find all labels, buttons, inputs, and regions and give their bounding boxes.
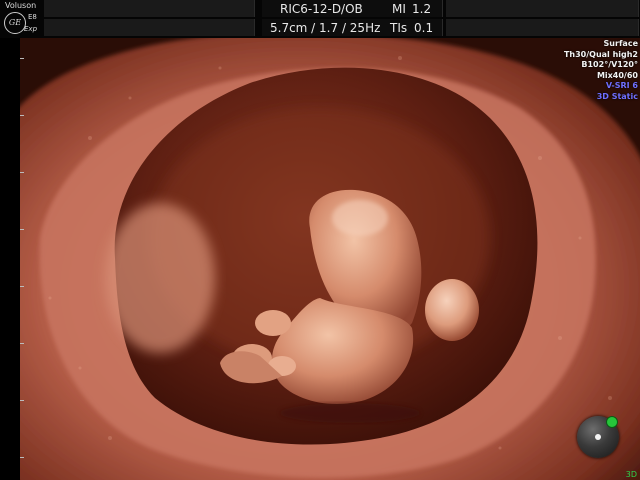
depth-ruler <box>0 38 24 480</box>
rendered-volume <box>20 38 640 480</box>
sri-level: V-SRI 6 <box>605 81 638 90</box>
patient-info-box <box>44 19 255 36</box>
ruler-tick <box>20 115 24 116</box>
ge-logo-icon: GE <box>4 12 26 34</box>
mi-value: 1.2 <box>412 2 432 16</box>
render-mix: Mix40/60 <box>596 70 638 80</box>
ruler-tick <box>20 343 24 344</box>
render-angles: B102°/V120° <box>581 60 638 69</box>
patient-info-box <box>44 0 255 17</box>
render-mode: Surface <box>603 39 638 48</box>
date-info-box <box>446 0 639 17</box>
ruler-tick <box>20 286 24 287</box>
ruler-tick <box>20 229 24 230</box>
model-name: E8 <box>28 13 37 21</box>
header-bar: RIC6-12-D/OB MI 1.2 5.7cm / 1.7 / 25Hz T… <box>0 0 640 38</box>
view-mode: 3D Static <box>596 91 638 101</box>
orientation-handle[interactable] <box>606 416 618 428</box>
tis-value: 0.1 <box>414 21 434 35</box>
brand-name: Voluson <box>5 1 37 10</box>
tis-label: TIs <box>390 21 408 35</box>
date-info-box <box>446 19 639 36</box>
ruler-tick <box>20 457 24 458</box>
ruler-tick <box>20 400 24 401</box>
ruler-tick <box>20 172 24 173</box>
ruler-tick <box>20 58 24 59</box>
orientation-sphere-icon[interactable] <box>577 416 619 458</box>
model-sub: Exp <box>24 25 38 33</box>
probe-mode: RIC6-12-D/OB <box>280 2 363 16</box>
render-info-panel: Surface Th30/Qual high2 B102°/V120° Mix4… <box>564 39 638 102</box>
depth-info: 5.7cm / 1.7 / 25Hz <box>270 21 381 35</box>
mode-tag: 3D <box>625 470 637 479</box>
render-viewport[interactable] <box>20 38 640 480</box>
mi-label: MI <box>392 2 406 16</box>
brand-area: Voluson GE E8 Exp <box>0 0 44 40</box>
orientation-dot <box>595 434 601 440</box>
render-quality: Th30/Qual high2 <box>563 49 638 59</box>
